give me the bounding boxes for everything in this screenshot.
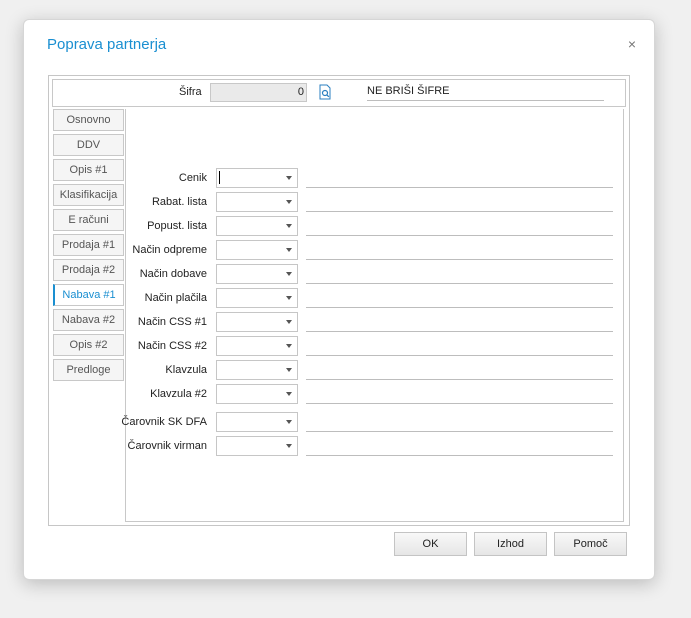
rabat-lista-select[interactable] [216,192,298,212]
field-row-klavzula-2: Klavzula #2 [126,384,623,404]
chevron-down-icon [286,248,292,252]
chevron-down-icon [286,272,292,276]
cenik-select[interactable] [216,168,298,188]
chevron-down-icon [286,296,292,300]
nacin-odpreme-select[interactable] [216,240,298,260]
field-row-cenik: Cenik [126,168,623,188]
field-row-nacin-odpreme: Način odpreme [126,240,623,260]
field-label: Popust. lista [147,220,207,232]
field-row-nacin-dobave: Način dobave [126,264,623,284]
chevron-down-icon [286,200,292,204]
field-row-klavzula: Klavzula [126,360,623,380]
field-label: Klavzula #2 [150,388,207,400]
field-label: Način CSS #1 [137,316,207,328]
izhod-button[interactable]: Izhod [474,532,547,556]
chevron-down-icon [286,224,292,228]
partner-edit-dialog: Poprava partnerja × Šifra 0 NE BRIŠI ŠIF… [23,19,655,580]
tab-nabava-2[interactable]: Nabava #2 [53,309,124,331]
tab-predloge[interactable]: Predloge [53,359,124,381]
pomoc-button[interactable]: Pomoč [554,532,627,556]
klavzula-description [306,360,613,380]
cenik-description [306,168,613,188]
nacin-placila-select[interactable] [216,288,298,308]
chevron-down-icon [286,420,292,424]
nacin-placila-description [306,288,613,308]
nacin-dobave-select[interactable] [216,264,298,284]
tab-opis-1[interactable]: Opis #1 [53,159,124,181]
popust-lista-select[interactable] [216,216,298,236]
nacin-css-1-select[interactable] [216,312,298,332]
chevron-down-icon [286,320,292,324]
field-label: Rabat. lista [151,196,207,208]
carovnik-sk-dfa-description [306,412,613,432]
field-label: Način dobave [139,268,207,280]
sifra-input[interactable]: 0 [210,83,307,102]
popust-lista-description [306,216,613,236]
nacin-dobave-description [306,264,613,284]
field-row-rabat-lista: Rabat. lista [126,192,623,212]
document-search-icon[interactable] [319,84,331,100]
tab-klasifikacija[interactable]: Klasifikacija [53,184,124,206]
sifra-label: Šifra [179,86,202,98]
field-label: Način plačila [144,292,207,304]
dialog-title: Poprava partnerja [47,36,167,53]
field-row-carovnik-sk-dfa: Čarovnik SK DFA [121,412,623,432]
field-label: Čarovnik virman [127,440,207,452]
nacin-css-2-description [306,336,613,356]
carovnik-virman-description [306,436,613,456]
nacin-css-2-select[interactable] [216,336,298,356]
form-panel: Šifra 0 NE BRIŠI ŠIFRE Osnovno DDV Opis … [48,75,630,526]
nacin-odpreme-description [306,240,613,260]
chevron-down-icon [286,368,292,372]
chevron-down-icon [286,344,292,348]
field-row-nacin-css-1: Način CSS #1 [126,312,623,332]
tab-osnovno[interactable]: Osnovno [53,109,124,131]
klavzula-select[interactable] [216,360,298,380]
rabat-lista-description [306,192,613,212]
tab-nabava-1[interactable]: Nabava #1 [53,284,124,306]
tab-ddv[interactable]: DDV [53,134,124,156]
carovnik-sk-dfa-select[interactable] [216,412,298,432]
field-row-popust-lista: Popust. lista [126,216,623,236]
tab-prodaja-2[interactable]: Prodaja #2 [53,259,124,281]
field-label: Način CSS #2 [137,340,207,352]
header-bar: Šifra 0 NE BRIŠI ŠIFRE [52,79,626,107]
tab-opis-2[interactable]: Opis #2 [53,334,124,356]
ne-brisi-field[interactable]: NE BRIŠI ŠIFRE [367,83,604,101]
chevron-down-icon [286,444,292,448]
field-label: Cenik [178,172,207,184]
ok-button[interactable]: OK [394,532,467,556]
tab-prodaja-1[interactable]: Prodaja #1 [53,234,124,256]
klavzula-2-description [306,384,613,404]
field-label: Klavzula [165,364,207,376]
chevron-down-icon [286,392,292,396]
field-row-carovnik-virman: Čarovnik virman [126,436,623,456]
tab-strip: Osnovno DDV Opis #1 Klasifikacija E raču… [52,109,125,521]
close-icon[interactable]: × [628,36,636,52]
nacin-css-1-description [306,312,613,332]
field-row-nacin-placila: Način plačila [126,288,623,308]
field-label: Čarovnik SK DFA [121,416,207,428]
tab-e-racuni[interactable]: E računi [53,209,124,231]
klavzula-2-select[interactable] [216,384,298,404]
tab-content-nabava-1: Cenik Rabat. lista Popust. lista Način o… [121,109,624,522]
carovnik-virman-select[interactable] [216,436,298,456]
field-label: Način odpreme [132,244,207,256]
field-row-nacin-css-2: Način CSS #2 [126,336,623,356]
chevron-down-icon [286,176,292,180]
